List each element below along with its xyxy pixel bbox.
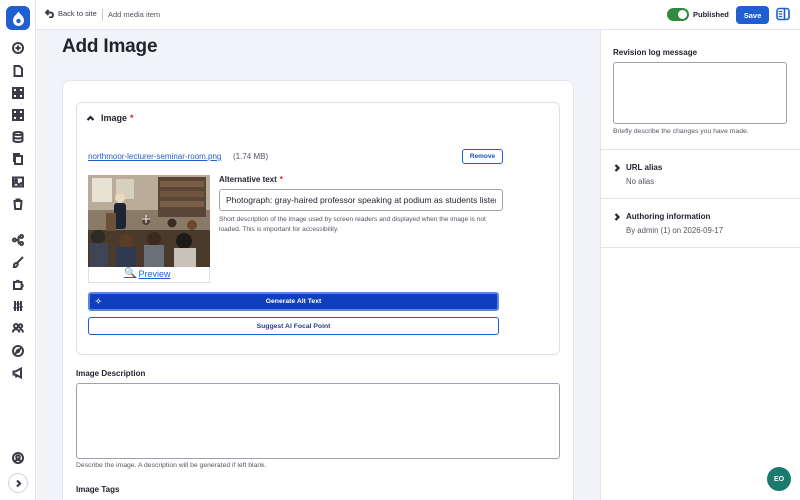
authoring-info-toggle[interactable]: Authoring information [613,212,710,221]
image-description-textarea[interactable] [76,383,560,459]
url-alias-label: URL alias [626,163,663,172]
alt-required-marker: * [279,175,283,184]
required-marker: * [130,113,134,123]
document-icon[interactable] [10,63,26,79]
revision-log-label: Revision log message [613,48,698,57]
remove-button[interactable]: Remove [462,149,503,164]
page-title: Add Image [62,36,158,57]
breadcrumb: Add media item [108,10,161,19]
brush-icon[interactable] [10,254,26,270]
blocks-icon[interactable] [10,107,26,123]
authoring-info-label: Authoring information [626,212,711,221]
expand-sidebar-button[interactable] [8,473,28,493]
trash-icon[interactable] [10,196,26,212]
alt-text-label: Alternative text * [219,175,283,184]
sidebar-divider [600,198,800,199]
compass-icon[interactable] [10,343,26,359]
image-fieldset-toggle[interactable]: Image * [86,113,134,123]
preview-label: Preview [138,268,171,279]
uploaded-file-link[interactable]: northmoor-lecturer-seminar-room.png [88,152,221,161]
chevron-right-icon [15,479,22,487]
sliders-icon[interactable] [10,298,26,314]
image-description-help: Describe the image. A description will b… [76,462,267,469]
revision-log-help: Briefly describe the changes you have ma… [613,128,749,135]
image-description-label: Image Description [76,369,146,378]
sparkle-icon: ✧ [95,297,102,306]
sidebar-divider [600,247,800,248]
revision-log-textarea[interactable] [613,62,787,124]
back-to-site-label: Back to site [58,9,97,18]
puzzle-icon[interactable] [10,276,26,292]
chevron-right-icon [614,163,621,172]
alt-text-label-text: Alternative text [219,175,277,184]
chevron-up-icon [86,114,95,121]
top-bar: Back to site Add media item Published Sa… [36,0,800,30]
image-tags-label: Image Tags [76,485,120,494]
alt-text-input[interactable] [219,189,503,211]
file-size: (1.74 MB) [233,152,269,161]
users-icon[interactable] [10,320,26,336]
breadcrumb-divider [102,9,103,21]
image-icon[interactable] [10,174,26,190]
database-icon[interactable] [10,129,26,145]
grid-icon[interactable] [10,85,26,101]
chevron-right-icon [614,212,621,221]
plus-circle-icon[interactable] [10,40,26,56]
chat-label: EO [773,475,785,483]
generate-alt-text-button[interactable]: ✧ Generate Alt Text [88,292,499,311]
drupal-logo-icon[interactable] [6,6,30,30]
structure-icon[interactable] [10,232,26,248]
megaphone-icon[interactable] [10,365,26,381]
save-button[interactable]: Save [736,6,769,24]
back-arrow-icon [45,9,54,18]
admin-toolbar [0,0,36,500]
chat-assistant-button[interactable]: EO [767,467,791,491]
published-label: Published [693,10,729,19]
back-to-site-link[interactable]: Back to site [45,9,97,18]
sidebar-toggle-icon[interactable] [776,7,790,21]
url-alias-toggle[interactable]: URL alias [613,163,662,172]
user-icon[interactable] [10,450,26,466]
sidebar-divider [600,149,800,150]
image-thumbnail [88,175,210,267]
magnifier-icon: 🔍 [124,268,137,279]
authoring-info-value: By admin (1) on 2026-09-17 [626,226,724,235]
published-toggle[interactable] [667,8,689,21]
copy-icon[interactable] [10,151,26,167]
alt-text-help: Short description of the image used by s… [219,216,486,233]
preview-link[interactable]: 🔍 Preview [124,268,170,279]
suggest-focal-point-button[interactable]: Suggest AI Focal Point [88,317,499,335]
image-field-label: Image [101,113,128,123]
generate-alt-text-label: Generate Alt Text [265,298,322,305]
url-alias-value: No alias [626,177,655,186]
